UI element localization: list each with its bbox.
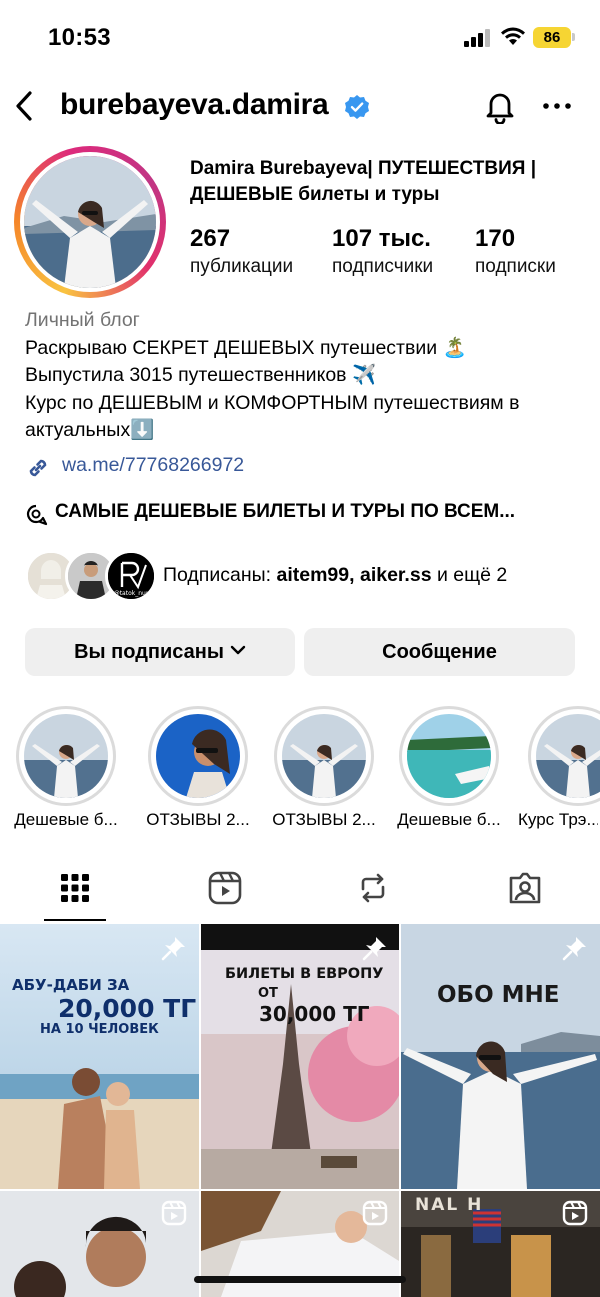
post-overlay-text: НА 10 ЧЕЛОВЕК (40, 1022, 159, 1037)
stat-followers-count: 107 тыс. (332, 225, 431, 252)
post-overlay-text: АБУ-ДАБИ ЗА (12, 976, 130, 994)
pinned-icon (562, 937, 586, 961)
stat-following[interactable]: 170 подписки (475, 224, 556, 280)
profile-bio: Личный блог Раскрываю СЕКРЕТ ДЕШЕВЫХ пут… (25, 307, 585, 445)
mutual-avatar-caption: @tatok_nur (114, 590, 149, 597)
tab-grid[interactable] (0, 862, 150, 922)
mutual-avatar: @tatok_nur (105, 550, 157, 602)
following-button[interactable]: Вы подписаны (25, 628, 295, 676)
post-thumbnail[interactable]: АБУ-ДАБИ ЗА 20,000 ТГ НА 10 ЧЕЛОВЕК (0, 924, 199, 1189)
profile-avatar-ring[interactable] (14, 146, 166, 298)
post-thumbnail[interactable]: БИЛЕТЫ В ЕВРОПУ ОТ 30,000 ТГ (201, 924, 399, 1189)
verified-badge-icon (345, 95, 369, 119)
highlight-cover (536, 714, 600, 798)
battery-indicator: 86 (533, 27, 571, 48)
message-button-label: Сообщение (382, 641, 497, 663)
post-thumbnail[interactable] (0, 1191, 199, 1297)
highlight-ring (148, 706, 248, 806)
post-overlay-text: 20,000 ТГ (58, 994, 197, 1023)
post-thumbnail[interactable]: NAL H (401, 1191, 600, 1297)
mutual-followers-text[interactable]: Подписаны: aitem99, aiker.ss и ещё 2 (163, 564, 507, 587)
reel-icon (161, 1200, 187, 1226)
posts-grid: АБУ-ДАБИ ЗА 20,000 ТГ НА 10 ЧЕЛОВЕК БИЛЕ… (0, 924, 600, 1297)
back-arrow-icon[interactable] (12, 89, 36, 123)
grid-icon (61, 874, 89, 902)
highlight-label: Дешевые б... (397, 810, 501, 829)
cellular-signal-icon (464, 29, 492, 47)
highlight-ring (274, 706, 374, 806)
highlight-ring (528, 706, 600, 806)
tab-reels[interactable] (150, 862, 300, 922)
stat-posts-count: 267 (190, 225, 231, 252)
stat-posts-label: публикации (190, 256, 294, 277)
mutual-user[interactable]: aiker.ss (360, 564, 432, 586)
threads-chat-icon (27, 504, 48, 526)
status-time: 10:53 (48, 24, 111, 51)
following-button-label: Вы подписаны (74, 641, 224, 663)
post-overlay-text: NAL H (415, 1195, 484, 1215)
active-tab-indicator (44, 919, 106, 921)
stat-followers[interactable]: 107 тыс. подписчики (332, 224, 433, 280)
mutual-user[interactable]: aitem99 (276, 564, 349, 586)
bio-line: Выпустила 3015 путешественников ✈️ (25, 364, 377, 386)
highlight-cover (156, 714, 240, 798)
more-options-icon[interactable] (540, 94, 574, 118)
post-overlay-text: ОБО МНЕ (437, 982, 560, 1008)
post-overlay-text: БИЛЕТЫ В ЕВРОПУ (225, 966, 384, 982)
highlight-label: Дешевые б... (14, 810, 118, 829)
post-overlay-text: ОТ (258, 986, 278, 1001)
highlight-label: ОТЗЫВЫ 2... (146, 810, 250, 829)
mutual-suffix: и ещё 2 (436, 564, 508, 586)
profile-avatar[interactable] (20, 152, 160, 292)
mutual-followers[interactable]: @tatok_nur Подписаны: aitem99, aiker.ss … (25, 550, 585, 604)
profile-full-name: Damira Burebayeva| ПУТЕШЕСТВИЯ | ДЕШЕВЫЕ… (190, 158, 537, 205)
highlight-cover (24, 714, 108, 798)
highlight-label: Курс Трэ... (518, 810, 598, 829)
tagged-person-icon (509, 872, 541, 904)
highlight-label: ОТЗЫВЫ 2... (272, 810, 376, 829)
message-button[interactable]: Сообщение (304, 628, 575, 676)
reel-icon (362, 1200, 388, 1226)
threads-link-text[interactable]: САМЫЕ ДЕШЕВЫЕ БИЛЕТЫ И ТУРЫ ПО ВСЕМ... (55, 501, 515, 523)
home-indicator[interactable] (194, 1276, 406, 1283)
stat-following-count: 170 (475, 225, 516, 252)
notifications-bell-icon[interactable] (482, 88, 518, 124)
link-icon (29, 459, 47, 477)
bio-line: Раскрываю СЕКРЕТ ДЕШЕВЫХ путешествии 🏝️ (25, 336, 467, 359)
highlight-ring (16, 706, 116, 806)
post-overlay-text: 30,000 ТГ (259, 1002, 370, 1026)
chevron-down-icon (230, 645, 246, 655)
wifi-icon (501, 27, 525, 45)
battery-tip (572, 33, 575, 41)
highlight-cover (282, 714, 366, 798)
tab-tagged[interactable] (450, 862, 600, 922)
highlight-ring (399, 706, 499, 806)
bio-line: Курс по ДЕШЕВЫМ и КОМФОРТНЫМ путешествия… (25, 391, 520, 442)
profile-category: Личный блог (25, 309, 140, 331)
tab-reposts[interactable] (298, 862, 448, 922)
pinned-icon (362, 937, 386, 961)
status-bar: 10:53 86 (0, 0, 600, 74)
stat-followers-label: подписчики (332, 256, 434, 277)
profile-username: burebayeva.damira (60, 88, 329, 121)
profile-header: burebayeva.damira (0, 80, 600, 134)
profile-tabs (0, 862, 600, 922)
stat-following-label: подписки (475, 256, 556, 277)
post-thumbnail[interactable]: ОБО МНЕ (401, 924, 600, 1189)
mutual-prefix: Подписаны: (163, 564, 272, 586)
reels-icon (208, 871, 242, 905)
reel-icon (562, 1200, 588, 1226)
highlight-cover (407, 714, 491, 798)
stat-posts[interactable]: 267 публикации (190, 224, 293, 280)
profile-link-text[interactable]: wa.me/77768266972 (62, 454, 244, 477)
mutual-separator: , (349, 564, 355, 586)
pinned-icon (161, 937, 185, 961)
repost-icon (361, 873, 385, 903)
